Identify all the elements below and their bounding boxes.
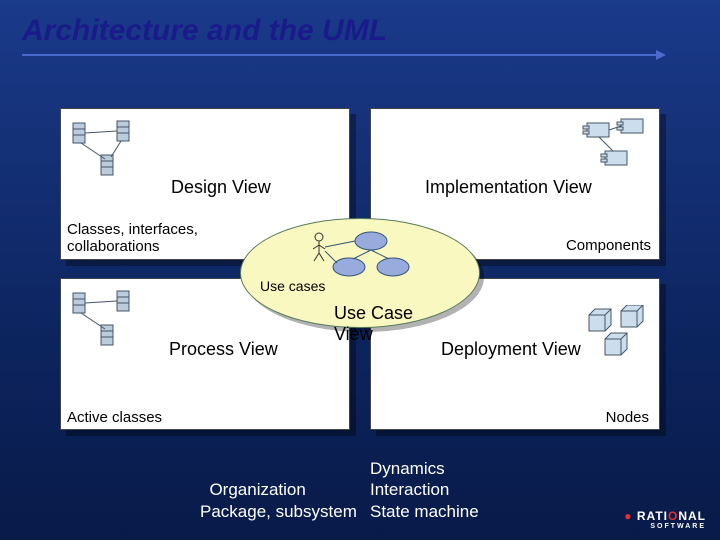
implementation-view-label: Implementation View [425, 177, 592, 198]
process-view-label: Process View [169, 339, 278, 360]
footer-col2: Dynamics Interaction State machine [370, 458, 479, 522]
class-diagram-icon [71, 119, 141, 179]
diagram-stage: Design View Classes, interfaces, collabo… [60, 108, 660, 438]
usecase-sublabel: Use cases [260, 278, 325, 294]
deployment-view-sublabel: Nodes [606, 409, 649, 426]
footer-col1-row1: Organization Package, subsystem [200, 480, 357, 520]
deployment-view-label: Deployment View [441, 339, 581, 360]
footer-text: Organization Package, subsystem Dynamics… [200, 458, 371, 522]
node-icon [585, 305, 651, 361]
implementation-view-sublabel: Components [566, 237, 651, 254]
process-view-sublabel: Active classes [67, 409, 162, 426]
page-title: Architecture and the UML [0, 0, 720, 52]
rational-logo: ● RATIONAL SOFTWARE [624, 509, 706, 530]
usecase-view-label: Use Case View [334, 303, 413, 345]
title-rule [22, 54, 660, 56]
design-view-sublabel: Classes, interfaces, collaborations [67, 221, 198, 255]
component-icon [581, 117, 651, 173]
design-view-label: Design View [171, 177, 271, 198]
active-class-icon [71, 289, 141, 349]
